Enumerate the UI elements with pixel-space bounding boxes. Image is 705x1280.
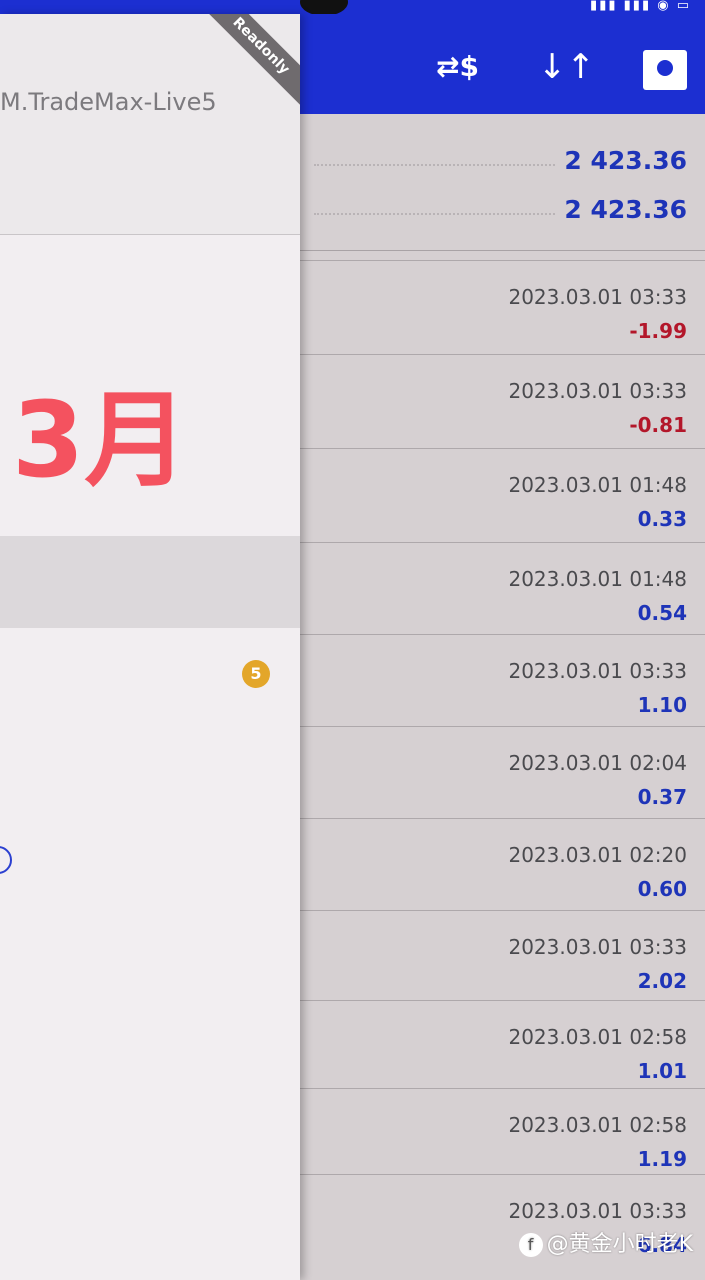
deal-row[interactable]: 2023.03.01 02:58 1.19: [298, 1088, 705, 1179]
deal-row[interactable]: 2023.03.01 03:33 -1.99: [298, 260, 705, 351]
deal-row[interactable]: 2023.03.01 01:48 0.33: [298, 448, 705, 539]
currency-exchange-icon[interactable]: ⇄$: [436, 50, 479, 84]
deal-profit: -1.99: [629, 319, 687, 343]
deal-profit: 1.19: [637, 1147, 687, 1171]
calendar-icon[interactable]: [643, 50, 687, 96]
status-bar: ▮▮▮ ▮▮▮ ◉ ▭: [0, 0, 705, 16]
deal-time: 2023.03.01 03:33: [508, 659, 687, 683]
watermark: f @黄金小时老K: [518, 1226, 693, 1258]
month-overlay-label: 3月: [12, 379, 189, 501]
deal-time: 2023.03.01 03:33: [508, 935, 687, 959]
sort-arrows-icon[interactable]: ↓↑: [538, 50, 595, 84]
deal-profit: 0.54: [637, 601, 687, 625]
deal-time: 2023.03.01 03:33: [508, 379, 687, 403]
summary-value: 2 423.36: [564, 146, 687, 175]
navigation-drawer: M.TradeMax-Live5 Readonly 3月 5: [0, 14, 300, 1280]
deal-profit: 0.33: [637, 507, 687, 531]
deal-time: 2023.03.01 02:58: [508, 1025, 687, 1049]
deal-row[interactable]: 2023.03.01 03:33 -0.81: [298, 354, 705, 445]
deal-profit: 1.10: [637, 693, 687, 717]
deal-row[interactable]: 2023.03.01 03:33 1.10: [298, 634, 705, 725]
deal-profit: 0.37: [637, 785, 687, 809]
history-content: 2 423.36 2 423.36 2023.03.01 03:33 -1.99…: [298, 114, 705, 1280]
account-name: M.TradeMax-Live5: [0, 88, 217, 116]
notification-badge: 5: [242, 660, 270, 688]
deal-row[interactable]: 2023.03.01 02:20 0.60: [298, 818, 705, 909]
deal-time: 2023.03.01 02:04: [508, 751, 687, 775]
deal-row[interactable]: 2023.03.01 02:58 1.01: [298, 1000, 705, 1091]
deal-time: 2023.03.01 03:33: [508, 1199, 687, 1223]
watermark-text: @黄金小时老K: [546, 1232, 693, 1257]
deal-profit: 1.01: [637, 1059, 687, 1083]
watermark-logo-icon: f: [518, 1233, 543, 1257]
app-header: ⇄$ ↓↑: [298, 14, 705, 114]
drawer-divider: [0, 234, 300, 235]
drawer-account-header[interactable]: M.TradeMax-Live5 Readonly: [0, 14, 300, 234]
deal-time: 2023.03.01 01:48: [508, 567, 687, 591]
radio-circle-icon[interactable]: [0, 846, 12, 874]
deal-row[interactable]: 2023.03.01 02:04 0.37: [298, 726, 705, 817]
deal-time: 2023.03.01 03:33: [508, 285, 687, 309]
deal-time: 2023.03.01 02:20: [508, 843, 687, 867]
summary-row: 2 423.36: [298, 187, 705, 235]
deal-time: 2023.03.01 02:58: [508, 1113, 687, 1137]
summary-row: 2 423.36: [298, 138, 705, 186]
deal-profit: 2.02: [637, 969, 687, 993]
deal-profit: -0.81: [629, 413, 687, 437]
drawer-selected-item[interactable]: [0, 536, 300, 628]
deal-row[interactable]: 2023.03.01 01:48 0.54: [298, 542, 705, 633]
deal-row[interactable]: 2023.03.01 03:33 2.02: [298, 910, 705, 1001]
deal-profit: 0.60: [637, 877, 687, 901]
status-icons: ▮▮▮ ▮▮▮ ◉ ▭: [590, 0, 691, 13]
summary-value: 2 423.36: [564, 195, 687, 224]
deal-time: 2023.03.01 01:48: [508, 473, 687, 497]
